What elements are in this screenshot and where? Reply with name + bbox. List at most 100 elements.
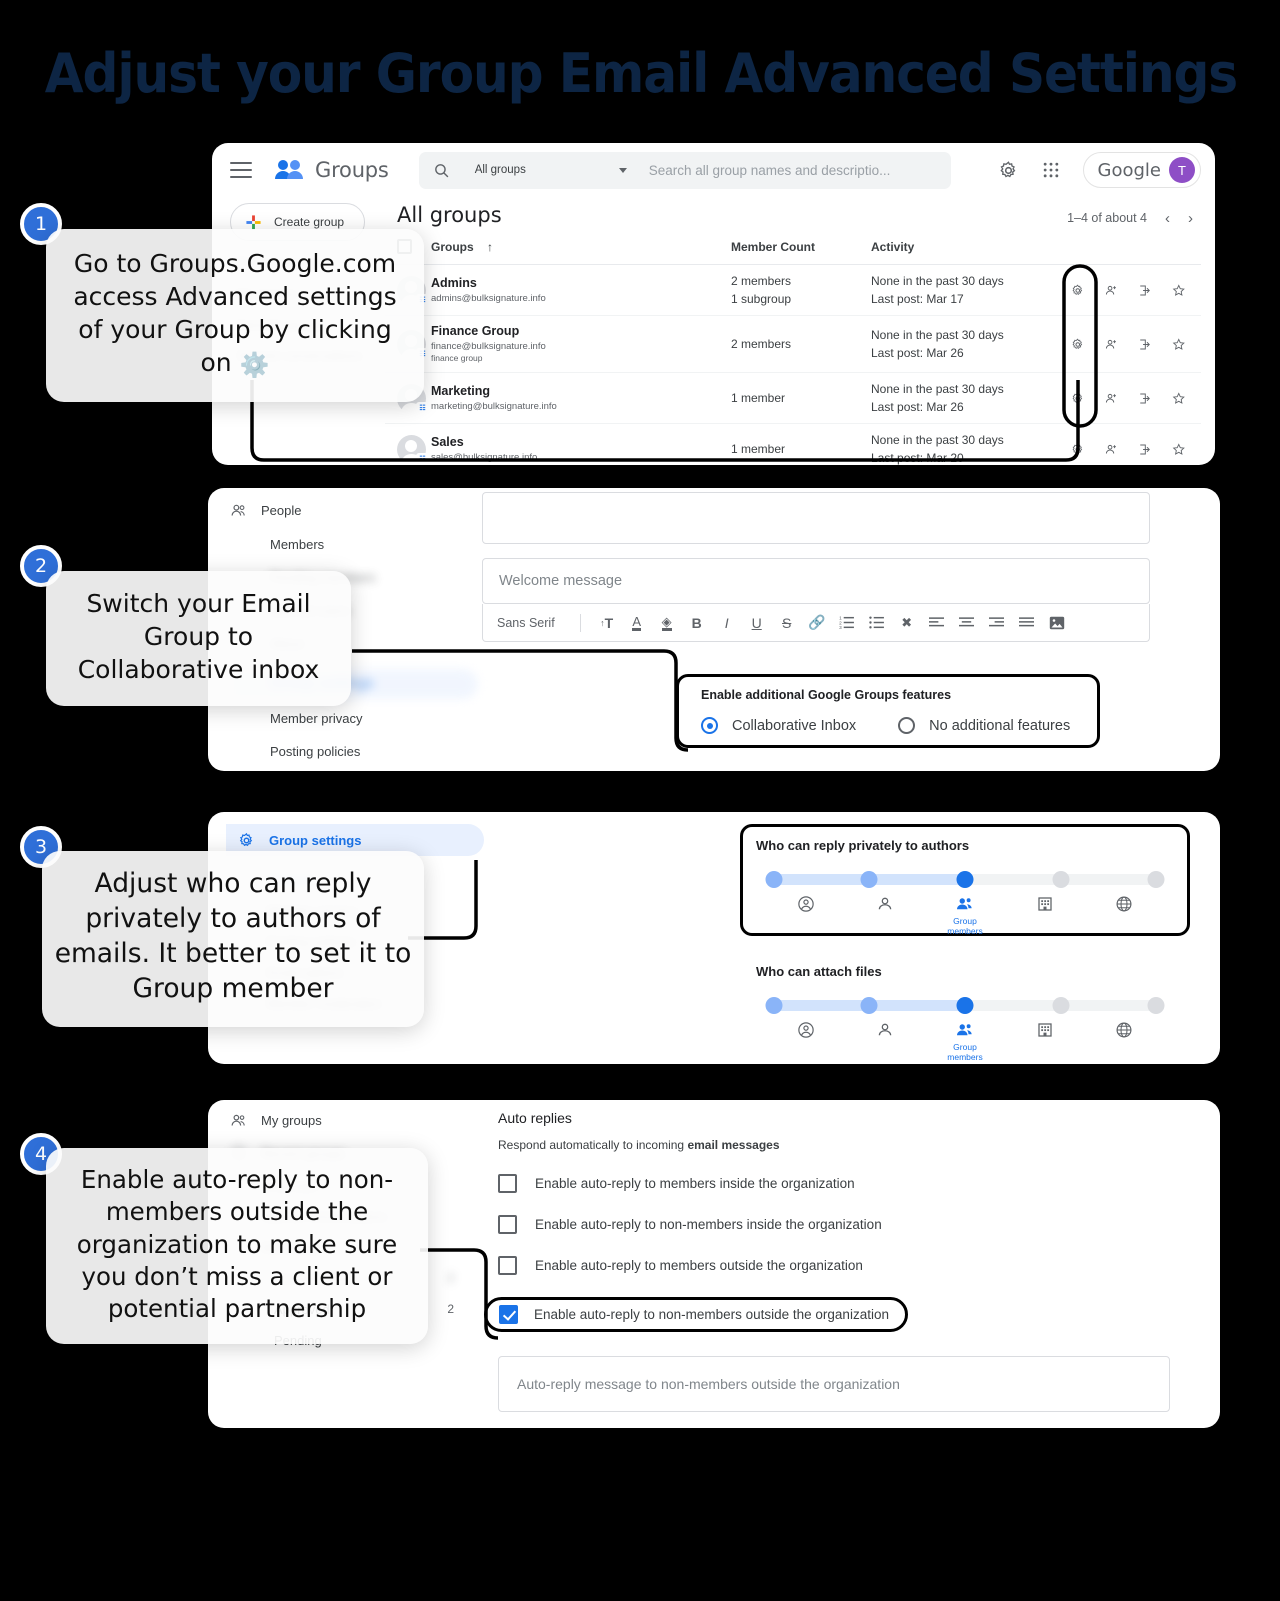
search-scope[interactable]: All groups [475,164,615,176]
clear-formatting-icon[interactable]: ✖ [892,615,922,631]
italic-icon[interactable]: I [712,615,742,631]
slider-icon-account-circle[interactable] [766,895,846,936]
chevron-left-icon[interactable]: ‹ [1165,211,1170,226]
slider-stop-2-selected[interactable] [956,871,974,888]
slider-stop-4[interactable] [1147,997,1165,1014]
sidebar-item-member-privacy[interactable]: Member privacy [270,711,470,726]
gear-icon[interactable] [1071,441,1085,458]
sidebar-item-posting-policies[interactable]: Posting policies [270,744,470,759]
radio-collaborative-inbox[interactable] [701,717,718,734]
checkbox-row-nonmembers-inside[interactable]: Enable auto-reply to non-members inside … [498,1215,1170,1234]
checkbox-row-members-inside[interactable]: Enable auto-reply to members inside the … [498,1174,1170,1193]
add-member-icon[interactable] [1105,282,1119,299]
slider-stop-3[interactable] [1052,871,1070,888]
align-right-icon[interactable] [982,616,1012,629]
group-email: admins@bulksignature.info [431,292,546,304]
leave-group-icon[interactable] [1138,390,1152,407]
align-left-icon[interactable] [922,616,952,629]
groups-logo[interactable]: Groups [274,158,389,182]
chevron-down-icon[interactable] [618,167,627,173]
slider-attach-files: Who can attach files Group members [744,952,1186,1062]
checkbox-nonmembers-outside[interactable] [499,1305,518,1324]
avatar[interactable]: T [1169,157,1195,183]
slider-icon-globe[interactable] [1084,895,1164,936]
add-member-icon[interactable] [1105,336,1119,353]
slider-stop-4[interactable] [1147,871,1165,888]
checkbox-members-inside[interactable] [498,1174,517,1193]
apps-grid-icon[interactable] [1041,160,1061,180]
auto-reply-message-textarea[interactable]: Auto-reply message to non-members outsid… [498,1356,1170,1412]
text-color-icon[interactable]: A [622,615,652,631]
checkbox-nonmembers-inside[interactable] [498,1215,517,1234]
star-icon[interactable] [1172,336,1186,353]
checkbox-members-outside[interactable] [498,1256,517,1275]
bold-icon[interactable]: B [682,615,712,631]
chevron-right-icon[interactable]: › [1188,211,1193,226]
bulleted-list-icon[interactable] [862,616,892,629]
slider-stop-3[interactable] [1052,997,1070,1014]
slider-icon-group-selected[interactable]: Group members [925,895,1005,936]
gear-icon[interactable] [1071,282,1085,299]
link-icon[interactable]: 🔗 [802,614,832,631]
search-bar[interactable]: All groups Search all group names and de… [418,151,951,189]
insert-image-icon[interactable] [1042,616,1072,630]
slider-icon-globe[interactable] [1084,1021,1164,1062]
hamburger-icon[interactable] [230,162,252,178]
auto-replies-content: Auto replies Respond automatically to in… [484,1100,1220,1428]
slider-track[interactable] [765,997,1165,1014]
slider-stop-0[interactable] [765,871,783,888]
leave-group-icon[interactable] [1138,282,1152,299]
radio-no-additional-features[interactable] [898,717,916,734]
account-pill[interactable]: Google T [1082,152,1201,188]
checkbox-row-nonmembers-outside[interactable]: Enable auto-reply to non-members outside… [484,1297,908,1332]
gear-icon[interactable] [1071,390,1085,407]
add-member-icon[interactable] [1105,390,1119,407]
search-input[interactable]: Search all group names and descriptio... [649,163,891,178]
gear-icon[interactable] [998,160,1019,181]
checkbox-row-members-outside[interactable]: Enable auto-reply to members outside the… [498,1256,1170,1275]
group-name-cell[interactable]: Admins admins@bulksignature.info [431,264,731,316]
font-size-icon[interactable]: ↑ T [592,615,622,631]
add-member-icon[interactable] [1105,441,1119,458]
slider-icon-account-circle[interactable] [766,1021,846,1062]
group-name-cell[interactable]: Finance Group finance@bulksignature.info f… [431,315,731,374]
font-family-select[interactable]: Sans Serif [497,616,569,630]
group-name-cell[interactable]: Marketing marketing@bulksignature.info [431,372,731,425]
slider-icon-organization[interactable] [1005,1021,1085,1062]
star-icon[interactable] [1172,390,1186,407]
star-icon[interactable] [1172,282,1186,299]
underline-icon[interactable]: U [742,615,772,631]
table-row[interactable]: ☷ Sales sales@bulksignature.info 1 member No… [385,423,1201,465]
sidebar-item-people[interactable]: People [230,502,470,519]
sidebar-item-members[interactable]: Members [270,537,470,552]
leave-group-icon[interactable] [1138,441,1152,458]
strikethrough-icon[interactable]: S [772,615,802,631]
slider-stop-1[interactable] [860,997,878,1014]
slider-icon-person[interactable] [846,895,926,936]
sidebar-item-my-groups[interactable]: My groups [230,1112,486,1129]
leave-group-icon[interactable] [1138,336,1152,353]
slider-stop-1[interactable] [860,871,878,888]
slider-icon-organization[interactable] [1005,895,1085,936]
table-row[interactable]: ☷Adminsadmins@bulksignature.info2 member… [385,264,1201,316]
slider-icon-group-selected[interactable]: Group members [925,1021,1005,1062]
star-icon[interactable] [1172,441,1186,458]
slider-stop-0[interactable] [765,997,783,1014]
highlight-color-icon[interactable]: ◈ [652,615,682,631]
align-justify-icon[interactable] [1012,616,1042,629]
column-groups[interactable]: Groups ↑ [431,237,731,265]
welcome-message-input[interactable]: Welcome message [482,558,1150,604]
slider-icon-person[interactable] [846,1021,926,1062]
align-center-icon[interactable] [952,616,982,629]
sort-ascending-icon[interactable]: ↑ [487,240,493,254]
slider-track[interactable] [765,871,1165,888]
slider-stop-2-selected[interactable] [956,997,974,1014]
numbered-list-icon[interactable]: 123 [832,616,862,629]
auto-replies-subtitle: Respond automatically to incoming email … [498,1138,1170,1152]
search-icon [434,163,449,177]
group-name-cell[interactable]: Sales sales@bulksignature.info [431,423,731,465]
table-row[interactable]: ☷Finance Groupfinance@bulksignature.info… [385,315,1201,374]
description-field[interactable] [482,492,1150,544]
table-row[interactable]: ☷ Marketing marketing@bulksignature.info 1 … [385,372,1201,425]
gear-icon[interactable] [1071,336,1085,353]
